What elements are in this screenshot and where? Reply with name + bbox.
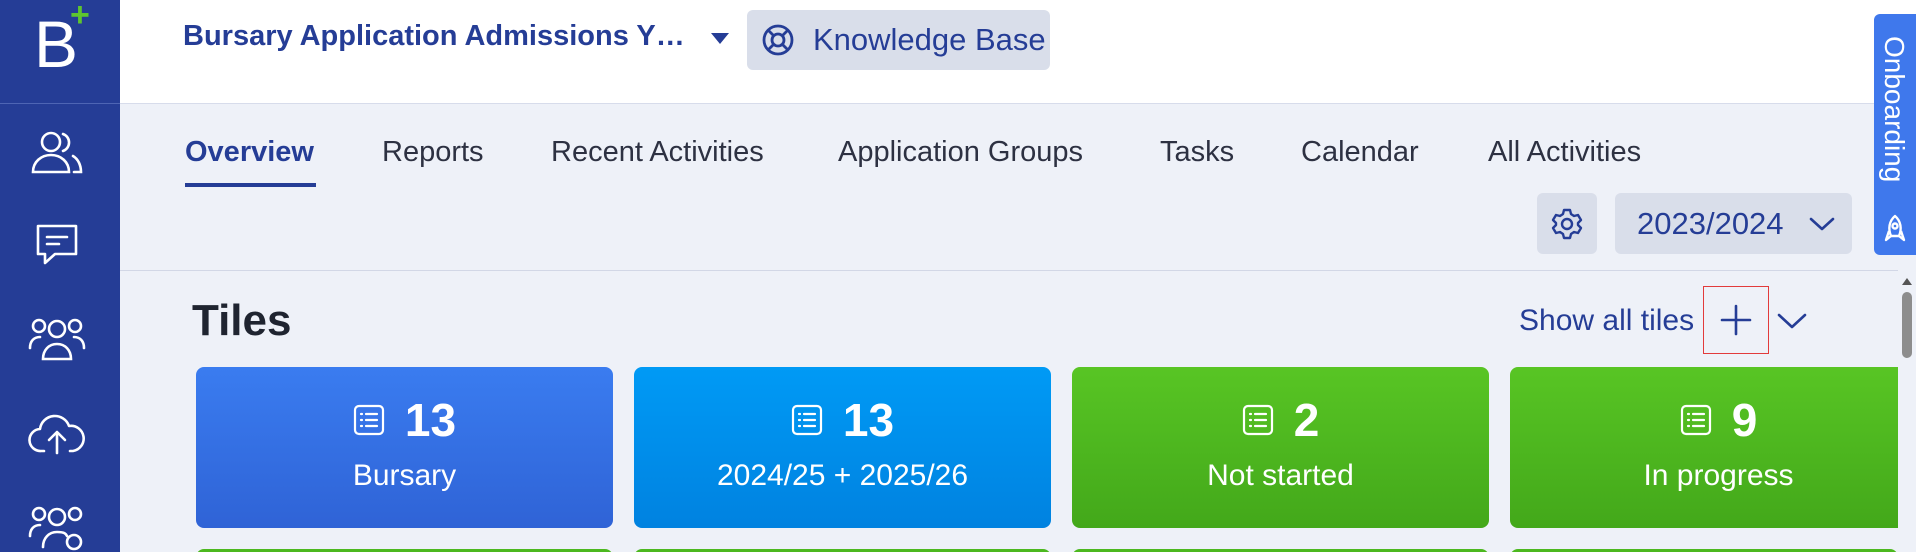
plus-icon: [1720, 304, 1752, 336]
users-icon: [31, 131, 83, 174]
tile-label: In progress: [1643, 459, 1794, 492]
tile-label: 2024/25 + 2025/26: [716, 459, 969, 492]
message-icon: [36, 224, 78, 265]
tiles-heading: Tiles: [192, 296, 292, 345]
list-icon: [1242, 404, 1273, 436]
chevron-down-icon[interactable]: [1776, 310, 1808, 332]
group-settings-icon: [28, 506, 83, 551]
add-tile-button[interactable]: [1703, 286, 1769, 354]
caret-down-icon[interactable]: [711, 33, 729, 44]
show-all-tiles-link[interactable]: Show all tiles: [1519, 304, 1694, 338]
onboarding-tab[interactable]: Onboarding: [1874, 14, 1916, 255]
list-icon: [1680, 404, 1711, 436]
sidebar-item-upload[interactable]: [28, 406, 86, 460]
tile-count: 9: [1731, 394, 1758, 446]
tab-recent-activities[interactable]: Recent Activities: [551, 136, 764, 169]
rocket-icon: [1884, 214, 1906, 242]
scroll-thumb[interactable]: [1902, 292, 1912, 358]
page-title[interactable]: Bursary Application Admissions Y…: [183, 20, 685, 53]
tile-2024-25-2025-26[interactable]: 13 2024/25 + 2025/26: [634, 367, 1051, 528]
sidebar-item-group-settings[interactable]: [28, 500, 86, 552]
logo-plus: +: [70, 0, 90, 34]
knowledge-base-button[interactable]: Knowledge Base: [747, 10, 1050, 70]
tab-tasks[interactable]: Tasks: [1160, 136, 1234, 169]
sidebar-item-messages[interactable]: [28, 217, 86, 271]
tab-overview[interactable]: Overview: [185, 136, 314, 169]
tab-reports[interactable]: Reports: [382, 136, 484, 169]
gear-icon: [1551, 208, 1583, 239]
year-select[interactable]: 2023/2024: [1615, 193, 1852, 254]
divider: [120, 270, 1898, 271]
chevron-down-icon: [1809, 217, 1834, 230]
lifebuoy-icon: [761, 23, 795, 57]
onboarding-label: Onboarding: [1879, 36, 1910, 183]
tab-calendar[interactable]: Calendar: [1301, 136, 1419, 169]
scroll-up-arrow-icon[interactable]: [1902, 278, 1912, 285]
tile-in-progress[interactable]: 9 In progress: [1510, 367, 1898, 528]
knowledge-base-label: Knowledge Base: [813, 22, 1046, 57]
tab-all-activities[interactable]: All Activities: [1488, 136, 1641, 169]
sidebar-item-groups[interactable]: [28, 312, 86, 366]
tab-application-groups[interactable]: Application Groups: [838, 136, 1083, 169]
tile-count: 2: [1293, 394, 1320, 446]
tile-label: Not started: [1207, 459, 1354, 492]
tile-label: Bursary: [352, 459, 457, 492]
sidebar-item-users[interactable]: [28, 126, 86, 180]
settings-button[interactable]: [1537, 193, 1597, 254]
tile-not-started[interactable]: 2 Not started: [1072, 367, 1489, 528]
top-bar: Bursary Application Admissions Y… Knowle…: [120, 0, 1916, 104]
tile-count: 13: [842, 394, 895, 446]
sidebar: B +: [0, 0, 120, 552]
tile-count: 13: [404, 394, 457, 446]
list-icon: [791, 404, 823, 436]
group-icon: [28, 318, 86, 361]
year-select-value: 2023/2024: [1637, 205, 1784, 241]
cloud-upload-icon: [28, 414, 85, 455]
tile-bursary[interactable]: 13 Bursary: [196, 367, 613, 528]
active-tab-indicator: [185, 183, 316, 187]
list-icon: [353, 404, 385, 436]
app-logo[interactable]: B +: [0, 0, 120, 104]
